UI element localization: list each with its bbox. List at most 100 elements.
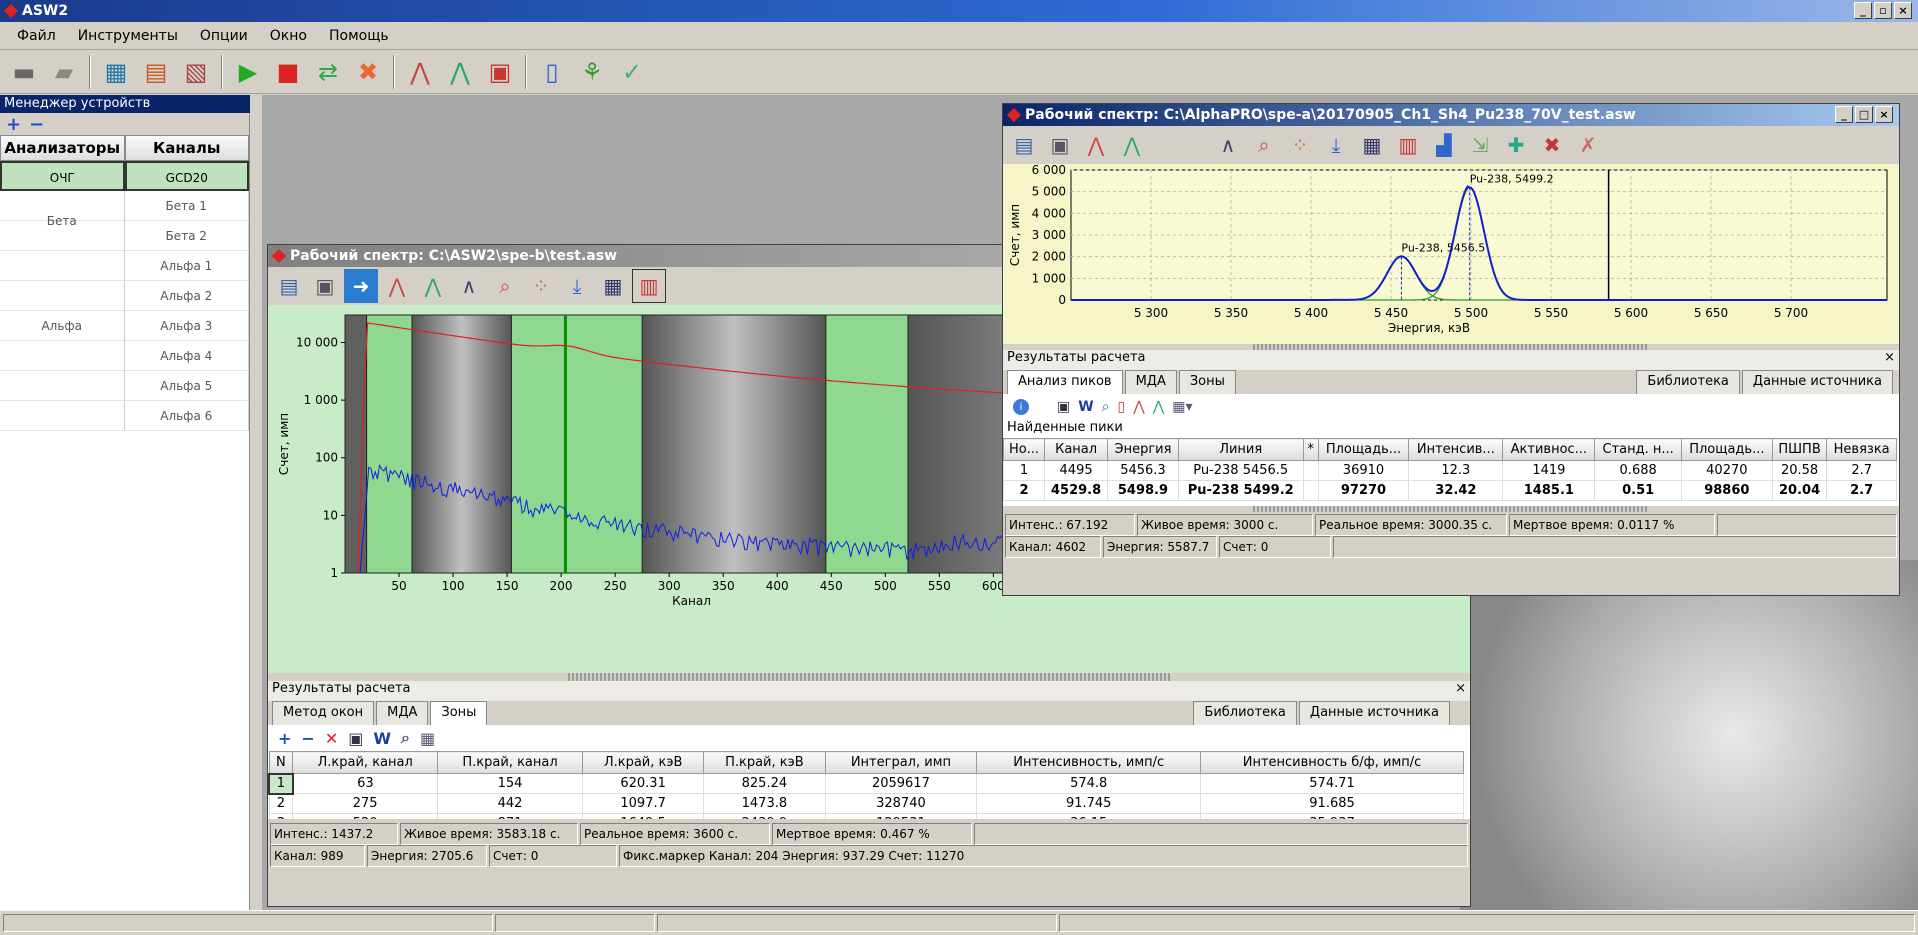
dots-icon[interactable]: ⁘ [1283, 128, 1317, 162]
table-cell[interactable]: 36.15 [977, 814, 1201, 820]
tab-window-method[interactable]: Метод окон [272, 701, 374, 725]
table-header[interactable]: Активнос... [1503, 439, 1595, 461]
table-header[interactable]: Канал [1045, 439, 1108, 461]
table-cell[interactable]: 4529.8 [1045, 481, 1108, 501]
channel-alpha2[interactable]: Альфа 2 [125, 281, 250, 311]
table-header[interactable]: Энергия [1108, 439, 1179, 461]
gauss-icon[interactable]: ∧ [1211, 128, 1245, 162]
peaks2-small-icon[interactable]: ⋀ [1153, 399, 1164, 415]
table-header[interactable]: Площадь... [1681, 439, 1772, 461]
win2-close-button[interactable]: × [1875, 106, 1893, 123]
table-cell[interactable]: 574.8 [977, 774, 1201, 794]
play-icon[interactable]: ▶ [230, 54, 266, 90]
table-cell[interactable]: 275 [293, 794, 438, 814]
table-header[interactable]: Интенсив... [1409, 439, 1503, 461]
channel-gcd20[interactable]: GCD20 [125, 161, 250, 191]
menu-tools[interactable]: Инструменты [67, 28, 189, 44]
table-cell[interactable]: 98860 [1681, 481, 1772, 501]
table-header[interactable]: Невязка [1827, 439, 1897, 461]
zoom-icon[interactable]: ⌕ [488, 269, 522, 303]
table-cell[interactable]: 3 [269, 814, 293, 820]
table-cell[interactable]: 328740 [825, 794, 977, 814]
tab-mda[interactable]: МДА [376, 701, 428, 725]
preview-icon[interactable]: ⌕ [401, 728, 410, 748]
tab-library[interactable]: Библиотека [1193, 701, 1297, 725]
analyzer-ochg[interactable]: ОЧГ [0, 161, 125, 191]
table-header[interactable]: П.край, канал [438, 752, 583, 774]
menu-file[interactable]: Файл [6, 28, 67, 44]
tab-source-data[interactable]: Данные источника [1299, 701, 1450, 725]
remove-icon[interactable]: − [29, 114, 44, 135]
tab-peak-analysis[interactable]: Анализ пиков [1007, 370, 1123, 394]
device-icon[interactable]: ▬ [6, 54, 42, 90]
menu-help[interactable]: Помощь [318, 28, 400, 44]
table-row[interactable]: 2 4529.8 5498.9 Pu-238 5499.2 97270 32.42 1485… [1004, 481, 1897, 501]
table-cell[interactable]: 91.685 [1201, 794, 1464, 814]
table-cell[interactable]: 2059617 [825, 774, 977, 794]
table-cell[interactable]: 97270 [1318, 481, 1409, 501]
table-row[interactable]: 35208711649.52439.912953136.1535.937 [269, 814, 1464, 820]
table-header[interactable]: Л.край, канал [293, 752, 438, 774]
close-button[interactable]: × [1894, 2, 1912, 19]
remove-zone-icon[interactable]: − [301, 729, 314, 748]
table-cell[interactable] [1303, 461, 1318, 481]
zoom-icon[interactable]: ⌕ [1247, 128, 1281, 162]
table-cell[interactable]: 0.51 [1595, 481, 1681, 501]
table-cell[interactable]: 5456.3 [1108, 461, 1179, 481]
table-cell[interactable]: 620.31 [582, 774, 703, 794]
table-cell[interactable]: 129531 [825, 814, 977, 820]
save-icon[interactable]: ▣ [1043, 128, 1077, 162]
table-row[interactable]: 2 275 442 1097.7 1473.8 328740 91.745 91.685 [269, 794, 1464, 814]
peaks-icon[interactable]: ⋀ [380, 269, 414, 303]
table-cell[interactable]: 1097.7 [582, 794, 703, 814]
channel-alpha1[interactable]: Альфа 1 [125, 251, 250, 281]
channel-beta2[interactable]: Бета 2 [125, 221, 250, 251]
channel-beta1[interactable]: Бета 1 [125, 191, 250, 221]
pdf-icon[interactable]: ▯ [1118, 399, 1126, 415]
zones-icon[interactable]: ▥ [632, 269, 666, 303]
report-icon[interactable]: ▣ [482, 54, 518, 90]
tab-mda[interactable]: МДА [1125, 370, 1177, 394]
table-header[interactable]: ПШПВ [1772, 439, 1827, 461]
add-peak-icon[interactable]: ✚ [1499, 128, 1533, 162]
table-header[interactable]: Линия [1178, 439, 1303, 461]
win2-maximize-button[interactable]: □ [1855, 106, 1873, 123]
table-row[interactable]: 1 63 154 620.31 825.24 2059617 574.8 574.71 [269, 774, 1464, 794]
table-cell[interactable]: 442 [438, 794, 583, 814]
peaks-small-icon[interactable]: ⋀ [1133, 399, 1144, 415]
dots-icon[interactable]: ⁘ [524, 269, 558, 303]
table-header[interactable]: Станд. н... [1595, 439, 1681, 461]
table-cell[interactable]: 1485.1 [1503, 481, 1595, 501]
clipboard-icon[interactable]: ▯ [534, 54, 570, 90]
splitter[interactable] [568, 673, 1170, 681]
channel-alpha4[interactable]: Альфа 4 [125, 341, 250, 371]
spectrum-settings-icon[interactable]: ▦ [98, 54, 134, 90]
minimize-button[interactable]: _ [1854, 2, 1872, 19]
results2-close-icon[interactable]: × [1884, 350, 1895, 370]
table-cell[interactable] [1303, 481, 1318, 501]
spectrum-list-icon[interactable]: ▤ [138, 54, 174, 90]
peaks-icon[interactable]: ⋀ [402, 54, 438, 90]
table-cell[interactable]: 5498.9 [1108, 481, 1179, 501]
add-zone-icon[interactable]: + [278, 729, 291, 748]
spectrum-view-icon[interactable]: ▧ [178, 54, 214, 90]
table-cell[interactable]: 91.745 [977, 794, 1201, 814]
tree-icon[interactable]: ⚘ [574, 54, 610, 90]
save-icon[interactable]: ▣ [308, 269, 342, 303]
histogram-icon[interactable]: ▟ [1427, 128, 1461, 162]
remove-peak-icon[interactable]: ✖ [1535, 128, 1569, 162]
win2-minimize-button[interactable]: _ [1835, 106, 1853, 123]
table-cell[interactable]: 825.24 [704, 774, 825, 794]
info-icon[interactable]: i [1013, 399, 1029, 415]
table-cell[interactable]: 1419 [1503, 461, 1595, 481]
table-cell[interactable]: 20.58 [1772, 461, 1827, 481]
add-icon[interactable]: + [6, 114, 21, 135]
zones-icon[interactable]: ▥ [1391, 128, 1425, 162]
table-cell[interactable]: 63 [293, 774, 438, 794]
clear-icon[interactable]: ✗ [1571, 128, 1605, 162]
download-icon[interactable]: ⤓ [1319, 128, 1353, 162]
table-row[interactable]: 1 4495 5456.3 Pu-238 5456.5 36910 12.3 1419 0.6… [1004, 461, 1897, 481]
transfer-icon[interactable]: ⇄ [310, 54, 346, 90]
table-cell[interactable]: 20.04 [1772, 481, 1827, 501]
spectrum-info-icon[interactable]: ▤ [1007, 128, 1041, 162]
